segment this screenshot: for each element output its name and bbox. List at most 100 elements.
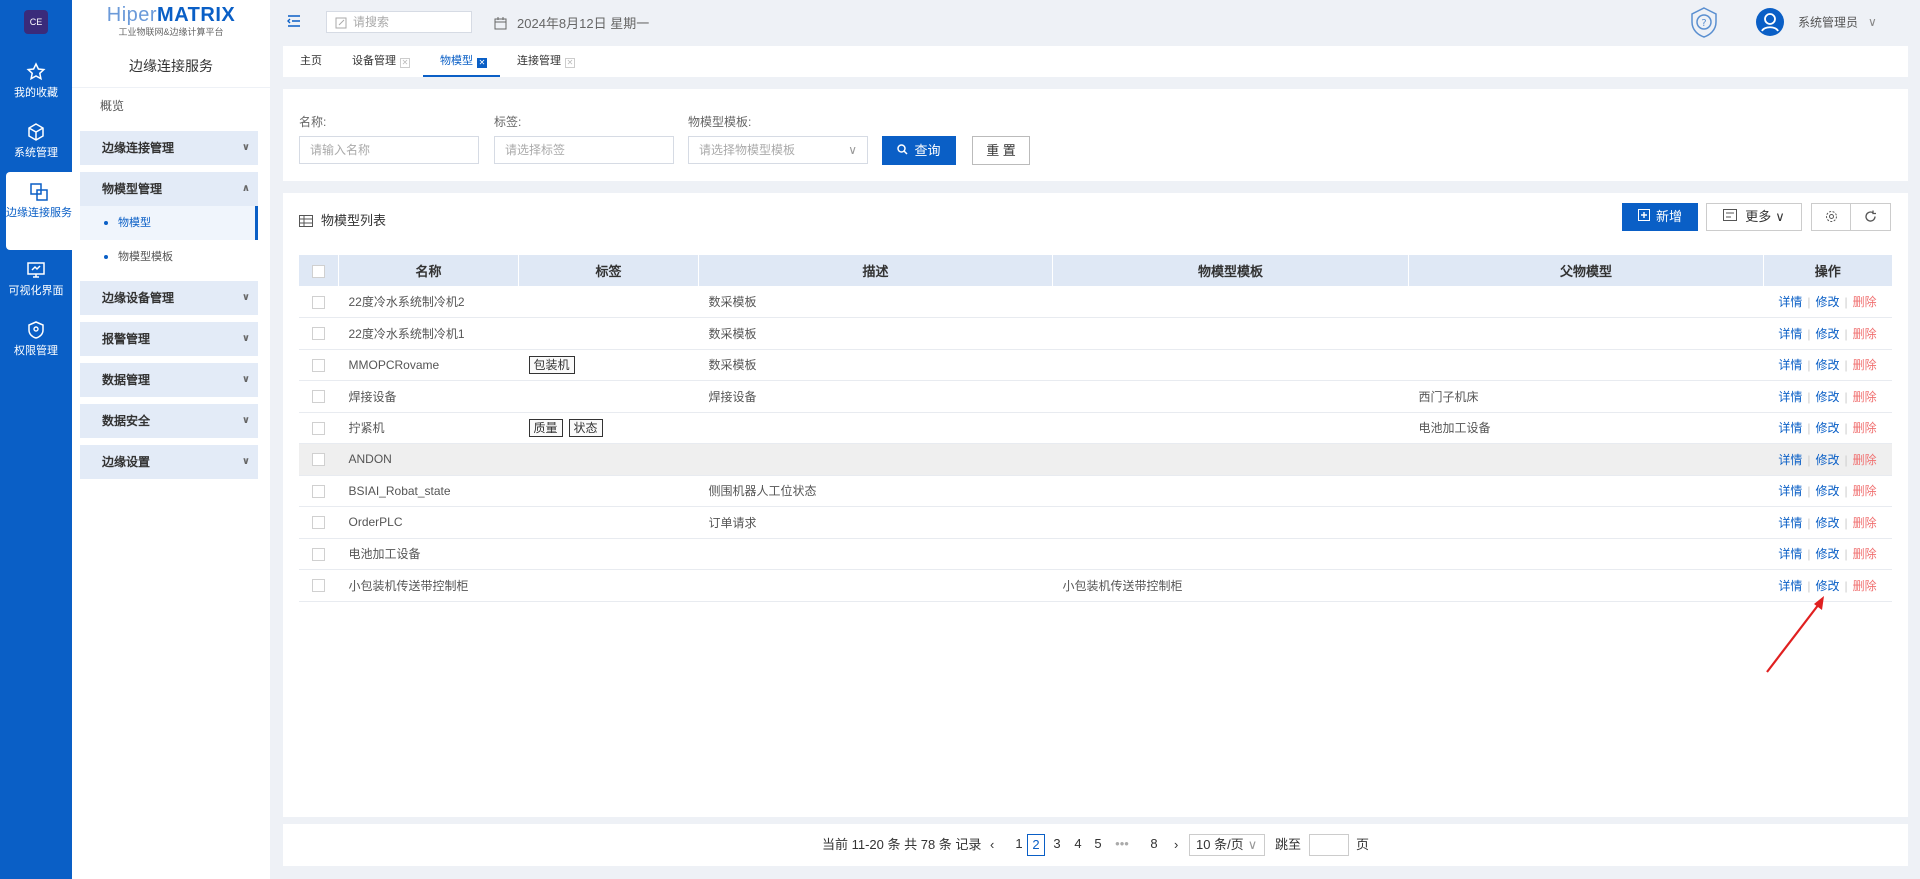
close-icon[interactable]: ✕ (565, 58, 575, 68)
template-select[interactable]: 请选择物模型模板 ∨ (688, 136, 868, 164)
edit-link[interactable]: 修改 (1815, 484, 1839, 498)
row-checkbox[interactable] (298, 475, 339, 507)
reset-button[interactable]: 重 置 (972, 136, 1030, 165)
model-table: 名称 标签 描述 物模型模板 父物模型 操作 22度冷水系统制冷机2 数采模板 详情 | 修改 | 删… (298, 255, 1892, 602)
detail-link[interactable]: 详情 (1778, 327, 1802, 341)
page-number[interactable]: 3 (1048, 834, 1066, 856)
row-checkbox[interactable] (298, 443, 339, 476)
leftnav-item-1[interactable]: 系统管理 (0, 112, 72, 172)
tab-1[interactable]: 设备管理 ✕ (335, 46, 423, 77)
delete-link[interactable]: 删除 (1853, 516, 1877, 530)
cell-actions: 详情 | 修改 | 删除 (1763, 538, 1892, 570)
prev-page-icon[interactable]: ‹ (990, 834, 994, 856)
edit-link[interactable]: 修改 (1815, 453, 1839, 467)
add-button[interactable]: 新增 (1622, 203, 1698, 231)
cell-parent: 西门子机床 (1408, 380, 1764, 413)
leftnav-label: 边缘连接服务 (6, 207, 72, 219)
edit-link[interactable]: 修改 (1815, 390, 1839, 404)
sidebar-group-6[interactable]: 边缘设置 ∨ (80, 445, 258, 479)
page-size-select[interactable]: 10 条/页 ∨ (1189, 834, 1265, 856)
delete-link[interactable]: 删除 (1853, 390, 1877, 404)
delete-link[interactable]: 删除 (1853, 547, 1877, 561)
sidebar-group-5[interactable]: 数据安全 ∨ (80, 404, 258, 438)
edit-link[interactable]: 修改 (1815, 295, 1839, 309)
tag-badge: 状态 (568, 418, 603, 437)
delete-link[interactable]: 删除 (1853, 327, 1877, 341)
tab-0[interactable]: 主页 (283, 46, 335, 77)
delete-link[interactable]: 删除 (1853, 421, 1877, 435)
delete-link[interactable]: 删除 (1853, 484, 1877, 498)
detail-link[interactable]: 详情 (1778, 516, 1802, 530)
cell-parent (1408, 475, 1764, 507)
leftnav-item-2[interactable]: 边缘连接服务 (6, 172, 72, 250)
delete-link[interactable]: 删除 (1853, 358, 1877, 372)
row-checkbox[interactable] (298, 506, 339, 539)
cell-desc: 订单请求 (698, 506, 1053, 539)
edit-link[interactable]: 修改 (1815, 358, 1839, 372)
menu-toggle-icon[interactable] (286, 13, 302, 29)
sidebar-group-4[interactable]: 数据管理 ∨ (80, 363, 258, 397)
help-shield-icon[interactable]: ? (1688, 6, 1720, 41)
page-number[interactable]: 5 (1089, 834, 1107, 856)
cube-icon (0, 122, 72, 142)
tag-select[interactable]: 请选择标签 (494, 136, 674, 164)
delete-link[interactable]: 删除 (1853, 295, 1877, 309)
brand-logo: HiperMATRIX 工业物联网&边缘计算平台 (72, 0, 270, 44)
refresh-button[interactable] (1850, 203, 1891, 231)
edit-link[interactable]: 修改 (1815, 421, 1839, 435)
more-button[interactable]: 更多 ∨ (1706, 203, 1802, 231)
select-all-checkbox[interactable] (298, 255, 339, 286)
delete-link[interactable]: 删除 (1853, 453, 1877, 467)
cell-tags (518, 475, 699, 507)
jump-page-input[interactable] (1309, 834, 1349, 856)
sidebar-group-0[interactable]: 边缘连接管理 ∨ (80, 131, 258, 165)
detail-link[interactable]: 详情 (1778, 358, 1802, 372)
divider: | (1807, 484, 1811, 499)
edit-link[interactable]: 修改 (1815, 516, 1839, 530)
model-list-panel: 物模型列表 新增 更多 ∨ 名称 标签 描述 物模型模板 父物模型 操作 22度冷水系统制冷… (283, 193, 1908, 817)
query-button[interactable]: 查询 (882, 136, 956, 165)
row-checkbox[interactable] (298, 412, 339, 444)
row-checkbox[interactable] (298, 569, 339, 602)
cell-template (1052, 506, 1409, 539)
sidebar-group-3[interactable]: 报警管理 ∨ (80, 322, 258, 356)
sidebar-group-label: 数据管理 (102, 373, 151, 387)
leftnav-item-3[interactable]: 可视化界面 (0, 250, 72, 310)
row-checkbox[interactable] (298, 349, 339, 381)
detail-link[interactable]: 详情 (1778, 547, 1802, 561)
sidebar-subitem-0[interactable]: 物模型 (80, 206, 258, 240)
divider: | (1807, 547, 1811, 562)
row-checkbox[interactable] (298, 286, 339, 318)
sidebar-group-2[interactable]: 边缘设备管理 ∨ (80, 281, 258, 315)
sidebar-item-overview[interactable]: 概览 (72, 88, 270, 124)
leftnav-item-4[interactable]: 权限管理 (0, 310, 72, 370)
row-checkbox[interactable] (298, 538, 339, 570)
page-number[interactable]: 8 (1145, 834, 1163, 856)
close-icon[interactable]: ✕ (400, 58, 410, 68)
user-menu[interactable]: 系统管理员 ∨ (1756, 8, 1877, 36)
close-icon[interactable]: ✕ (477, 58, 487, 68)
page-number[interactable]: 1 (1010, 834, 1028, 856)
page-number[interactable]: 2 (1027, 834, 1045, 856)
name-input[interactable]: 请输入名称 (299, 136, 479, 164)
detail-link[interactable]: 详情 (1778, 295, 1802, 309)
tab-2[interactable]: 物模型 ✕ (423, 46, 500, 77)
next-page-icon[interactable]: › (1174, 834, 1178, 856)
settings-button[interactable] (1811, 203, 1851, 231)
leftnav-item-0[interactable]: 我的收藏 (0, 52, 72, 112)
page-number[interactable]: 4 (1069, 834, 1087, 856)
global-search-input[interactable]: 请搜索 (326, 11, 472, 33)
date-text: 2024年8月12日 星期一 (517, 16, 650, 31)
delete-link[interactable]: 删除 (1853, 579, 1877, 593)
detail-link[interactable]: 详情 (1778, 390, 1802, 404)
edit-link[interactable]: 修改 (1815, 547, 1839, 561)
tab-3[interactable]: 连接管理 ✕ (500, 46, 588, 77)
edit-link[interactable]: 修改 (1815, 327, 1839, 341)
row-checkbox[interactable] (298, 317, 339, 350)
detail-link[interactable]: 详情 (1778, 484, 1802, 498)
sidebar-group-1[interactable]: 物模型管理 ∧ (80, 172, 258, 206)
detail-link[interactable]: 详情 (1778, 453, 1802, 467)
detail-link[interactable]: 详情 (1778, 421, 1802, 435)
row-checkbox[interactable] (298, 380, 339, 413)
sidebar-subitem-1[interactable]: 物模型模板 (80, 240, 270, 274)
